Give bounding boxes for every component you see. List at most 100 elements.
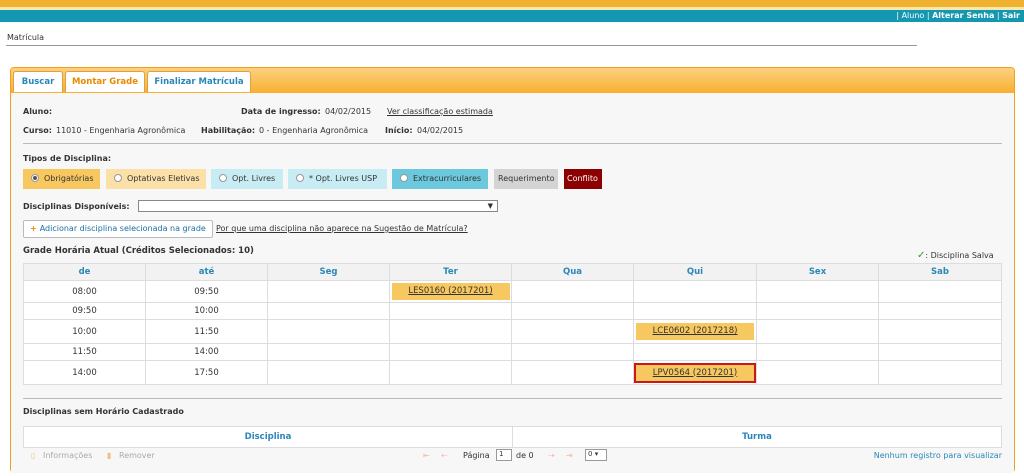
tipo-requerimento: Requerimento [494, 169, 558, 189]
informacoes-button[interactable]: Informações [43, 451, 92, 460]
inicio-value: 04/02/2015 [417, 126, 464, 135]
nav-alterar-senha-link[interactable]: Alterar Senha [932, 11, 994, 20]
cell-sab [878, 302, 1002, 320]
nav-separator: | [996, 11, 1000, 20]
grade-title: Grade Horária Atual (Créditos Selecionad… [23, 246, 254, 256]
col-turma: Turma [742, 432, 772, 442]
info-divider [23, 143, 1002, 144]
nav-aluno[interactable]: Aluno [902, 11, 925, 20]
cell-sex [756, 343, 879, 361]
cell-sex [756, 360, 879, 385]
habilitacao-label: Habilitação: [201, 126, 256, 135]
cell-sex [756, 280, 879, 303]
col-seg: Seg [267, 263, 390, 281]
col-disciplina: Disciplina [24, 427, 513, 447]
cell-ter [389, 302, 512, 320]
tab-finalizar-matricula[interactable]: Finalizar Matrícula [147, 71, 251, 92]
cell-qui [633, 343, 757, 361]
radio-icon [114, 174, 122, 182]
page-title-divider [6, 45, 917, 46]
cell-qua [511, 319, 634, 344]
classificacao-link[interactable]: Ver classificação estimada [387, 107, 493, 116]
saved-legend: ✓: Disciplina Salva [917, 250, 994, 261]
tipo-conflito: Conflito [564, 169, 602, 189]
last-page-icon[interactable]: ⇥ [566, 451, 573, 460]
ingresso-label: Data de ingresso: [241, 107, 321, 116]
course-lpv0564-conflict[interactable]: LPV0564 (2017201) [634, 362, 756, 383]
cell-de: 14:00 [23, 360, 146, 385]
sem-horario-title: Disciplinas sem Horário Cadastrado [23, 407, 184, 416]
radio-icon [400, 174, 408, 182]
nav-sair-link[interactable]: Sair [1002, 11, 1020, 20]
cell-qua [511, 302, 634, 320]
cell-ate: 11:50 [145, 319, 268, 344]
cell-seg [267, 302, 390, 320]
per-page-select[interactable]: 0 ▾ [585, 449, 607, 461]
tipo-opt-livres[interactable]: Opt. Livres [211, 169, 283, 189]
table-row: 10:00 11:50 LCE0602 (2017218) [23, 319, 1002, 344]
nav-separator: | [926, 11, 930, 20]
tab-bar: Buscar Montar Grade Finalizar Matrícula [11, 68, 1014, 93]
course-les0160[interactable]: LES0160 (2017201) [391, 283, 510, 300]
top-accent-bar [0, 0, 1024, 7]
disciplinas-select[interactable]: ▼ [138, 200, 498, 212]
cell-ate: 17:50 [145, 360, 268, 385]
cell-de: 11:50 [23, 343, 146, 361]
cell-qua [511, 343, 634, 361]
first-page-icon[interactable]: ⇤ [423, 451, 430, 460]
cell-qui: LCE0602 (2017218) [633, 319, 757, 344]
per-page-value: 0 [588, 450, 593, 458]
cell-seg [267, 280, 390, 303]
grade-table: de até Seg Ter Qua Qui Sex Sab 08:00 09:… [23, 263, 1002, 385]
trash-icon: ▮ [107, 451, 112, 460]
grade-divider [23, 398, 1002, 399]
course-lce0602[interactable]: LCE0602 (2017218) [636, 323, 754, 340]
cell-qui: LPV0564 (2017201) [633, 360, 757, 385]
tipo-label: Opt. Livres [232, 174, 276, 183]
sem-horario-table: Disciplina Turma [23, 426, 1002, 448]
tipo-label: * Opt. Livres USP [309, 174, 378, 183]
col-sex: Sex [756, 263, 879, 281]
cell-qua [511, 280, 634, 303]
cell-sab [878, 343, 1002, 361]
add-button-label: Adicionar disciplina selecionada na grad… [39, 224, 206, 233]
tipo-label: Obrigatórias [44, 174, 94, 183]
info-doc-icon: ▯ [31, 451, 36, 460]
cell-seg [267, 319, 390, 344]
why-link[interactable]: Por que uma disciplina não aparece na Su… [216, 224, 468, 233]
tab-buscar[interactable]: Buscar [13, 71, 63, 92]
cell-ate: 14:00 [145, 343, 268, 361]
disponiveis-label: Disciplinas Disponíveis: [23, 202, 130, 211]
tipo-extracurriculares[interactable]: Extracurriculares [392, 169, 488, 189]
col-de: de [23, 263, 146, 281]
radio-icon [31, 174, 39, 182]
next-page-icon[interactable]: ⇢ [548, 451, 555, 460]
add-disciplina-button[interactable]: + Adicionar disciplina selecionada na gra… [23, 220, 213, 238]
tipo-label: Conflito [567, 174, 598, 183]
top-navbar: | Aluno | Alterar Senha | Sair [0, 10, 1024, 22]
remover-button[interactable]: Remover [119, 451, 155, 460]
cell-seg [267, 343, 390, 361]
table-row: 14:00 17:50 LPV0564 (2017201) [23, 360, 1002, 385]
enrollment-panel: Buscar Montar Grade Finalizar Matrícula … [10, 67, 1015, 473]
pager-bar: ▯ Informações ▮ Remover ⇤ ⇠ Página 1 de … [23, 448, 1002, 466]
col-qua: Qua [511, 263, 634, 281]
plus-icon: + [30, 224, 37, 233]
cell-ate: 09:50 [145, 280, 268, 303]
page-number-input[interactable]: 1 [496, 449, 512, 461]
tipo-opt-livres-usp[interactable]: * Opt. Livres USP [288, 169, 387, 189]
tipo-obrigatorias[interactable]: Obrigatórias [23, 169, 100, 189]
col-ter: Ter [389, 263, 512, 281]
inicio-label: Início: [385, 126, 413, 135]
table-row: 11:50 14:00 [23, 343, 1002, 361]
page-count-label: de 0 [516, 451, 534, 460]
cell-sab [878, 360, 1002, 385]
tipo-label: Optativas Eletivas [127, 174, 200, 183]
tipo-optativas-eletivas[interactable]: Optativas Eletivas [106, 169, 206, 189]
cell-qui [633, 302, 757, 320]
prev-page-icon[interactable]: ⇠ [441, 451, 448, 460]
tab-montar-grade[interactable]: Montar Grade [65, 71, 145, 92]
cell-qui [633, 280, 757, 303]
empty-message: Nenhum registro para visualizar [873, 451, 1002, 460]
radio-icon [219, 174, 227, 182]
